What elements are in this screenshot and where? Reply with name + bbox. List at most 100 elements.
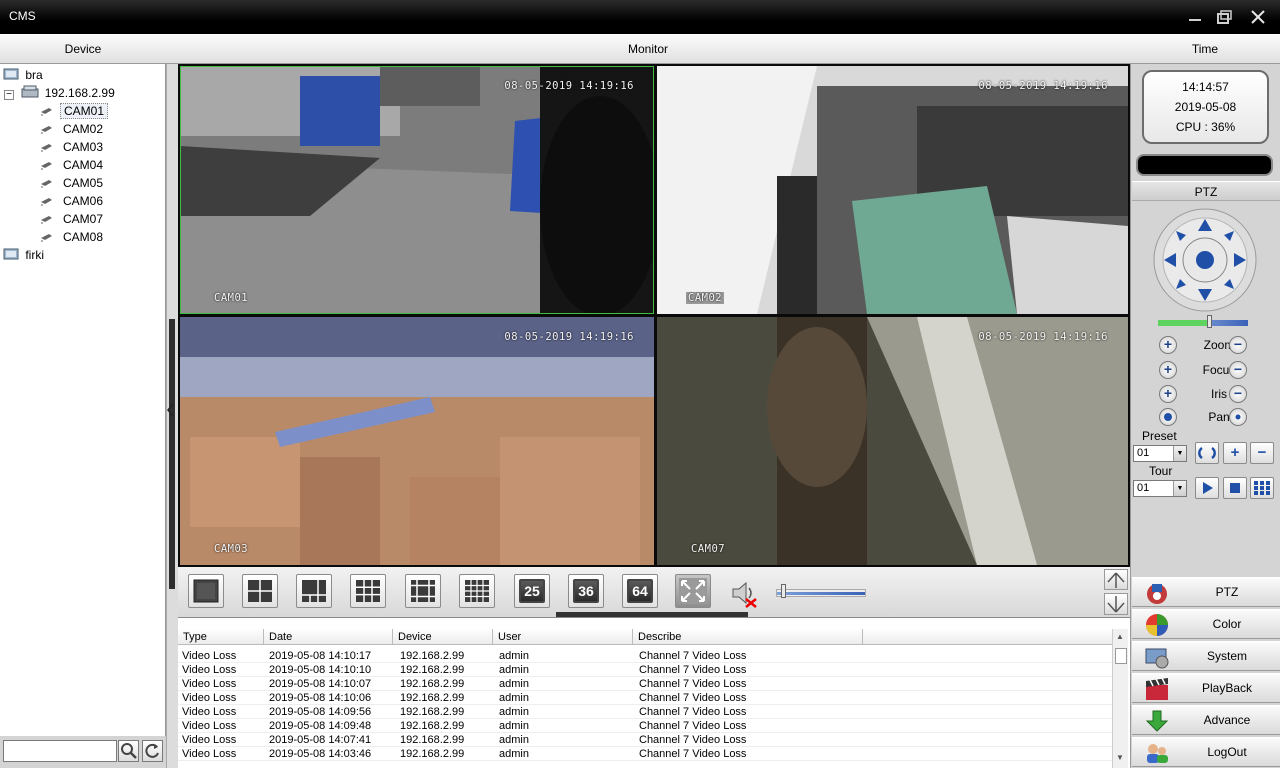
ptz-speed-thumb[interactable] [1207,315,1212,328]
volume-slider[interactable] [776,584,866,598]
video-cell-4[interactable]: 08-05-2019 14:19:16 CAM07 [657,317,1128,565]
tree-item-camera[interactable]: CAM02 [40,120,106,138]
log-header-user[interactable]: User [493,629,633,645]
preset-call-button[interactable] [1195,442,1219,464]
log-type: Video Loss [182,748,237,760]
tour-play-button[interactable] [1195,477,1219,499]
clock-time: 14:14:57 [1182,80,1229,94]
tree-item-firki[interactable]: firki [3,246,44,264]
scrollbar-thumb[interactable] [1115,648,1127,664]
tree-item-camera[interactable]: CAM08 [40,228,106,246]
fullscreen-icon[interactable] [675,574,711,608]
tree-item-camera[interactable]: CAM06 [40,192,106,210]
search-icon[interactable] [118,740,139,762]
log-device: 192.168.2.99 [400,720,465,732]
ptz-direction-pad[interactable] [1152,207,1258,313]
log-header-device[interactable]: Device [393,629,493,645]
restore-icon[interactable] [1215,8,1233,26]
preset-select[interactable]: 01 ▼ [1133,445,1187,462]
menu-playback-button[interactable]: PlayBack [1132,673,1280,703]
preset-add-button[interactable]: + [1223,442,1247,464]
window-title: CMS [9,9,36,23]
log-type: Video Loss [182,650,237,662]
log-date: 2019-05-08 14:10:07 [269,678,372,690]
pan-stop-button[interactable] [1229,408,1247,426]
log-row[interactable]: Video Loss 2019-05-08 14:10:07 192.168.2.9… [178,677,1113,691]
log-header-date[interactable]: Date [264,629,393,645]
ptz-speed-slider[interactable] [1158,315,1248,328]
tour-select[interactable]: 01 ▼ [1133,480,1187,497]
layout-4-button[interactable] [242,574,278,608]
tree-item-camera[interactable]: CAM05 [40,174,106,192]
scroll-down-icon[interactable] [1104,593,1128,615]
dvr-device-icon [21,85,39,98]
pan-start-button[interactable] [1159,408,1177,426]
iris-open-button[interactable]: + [1159,385,1177,403]
layout-9-button[interactable] [350,574,386,608]
layout-13-button[interactable] [405,574,441,608]
focus-in-button[interactable]: + [1159,361,1177,379]
log-row[interactable]: Video Loss 2019-05-08 14:03:46 192.168.2.9… [178,747,1113,761]
minimize-icon[interactable] [1186,8,1204,26]
layout-16-button[interactable] [459,574,495,608]
tour-label: Tour [1149,464,1173,478]
video-cell-3[interactable]: 08-05-2019 14:19:16 CAM03 [180,317,654,565]
speaker-muted-icon[interactable] [730,577,762,609]
iris-close-button[interactable]: − [1229,385,1247,403]
collapse-toggle-icon[interactable]: − [4,90,14,100]
layout-25-button[interactable]: 25 [514,574,550,608]
log-scrollbar[interactable]: ▲ ▼ [1112,629,1128,768]
tour-stop-button[interactable] [1223,477,1247,499]
layout-1-button[interactable] [188,574,224,608]
tree-item-host[interactable]: − 192.168.2.99 [4,84,115,102]
menu-system-button[interactable]: System [1132,641,1280,671]
focus-out-button[interactable]: − [1229,361,1247,379]
tree-item-camera[interactable]: CAM03 [40,138,106,156]
system-settings-icon [1145,648,1169,669]
layout-36-button[interactable]: 36 [568,574,604,608]
tour-grid-button[interactable] [1250,477,1274,499]
scroll-down-arrow-icon[interactable]: ▼ [1116,753,1124,762]
volume-slider-thumb[interactable] [781,584,787,598]
video-cell-1[interactable]: 08-05-2019 14:19:16 CAM01 [180,66,654,314]
layout-64-button[interactable]: 64 [622,574,658,608]
preset-delete-button[interactable]: − [1250,442,1274,464]
collapse-left-icon[interactable] [167,402,175,417]
video-grid: 08-05-2019 14:19:16 CAM01 08-05-2019 14:… [178,64,1130,567]
tree-item-bra[interactable]: bra [3,66,43,84]
log-device: 192.168.2.99 [400,678,465,690]
log-row[interactable]: Video Loss 2019-05-08 14:10:10 192.168.2.9… [178,663,1113,677]
device-search-input[interactable] [3,740,117,762]
log-row[interactable]: Video Loss 2019-05-08 14:10:17 192.168.2.9… [178,649,1113,663]
tree-item-camera[interactable]: CAM04 [40,156,106,174]
layout-6-button[interactable] [296,574,332,608]
log-row[interactable]: Video Loss 2019-05-08 14:09:48 192.168.2.9… [178,719,1113,733]
scroll-up-icon[interactable] [1104,569,1128,590]
close-icon[interactable] [1249,8,1267,26]
panel-splitter[interactable] [166,64,178,768]
log-header-type[interactable]: Type [178,629,264,645]
chevron-down-icon[interactable]: ▼ [1173,446,1186,461]
camera-label: CAM02 [686,292,725,304]
log-row[interactable]: Video Loss 2019-05-08 14:07:41 192.168.2.9… [178,733,1113,747]
log-row[interactable]: Video Loss 2019-05-08 14:09:56 192.168.2.9… [178,705,1113,719]
menu-advance-button[interactable]: Advance [1132,705,1280,735]
menu-logout-button[interactable]: LogOut [1132,737,1280,767]
zoom-in-button[interactable]: + [1159,336,1177,354]
menu-ptz-button[interactable]: PTZ [1132,577,1280,607]
cpu-usage: CPU : 36% [1175,120,1236,134]
refresh-icon[interactable] [142,740,163,762]
tree-item-camera[interactable]: CAM01 [40,102,109,120]
tree-item-camera[interactable]: CAM07 [40,210,106,228]
camera-feed-3 [180,317,654,565]
splitter-grip[interactable] [169,319,175,589]
scroll-up-arrow-icon[interactable]: ▲ [1116,632,1124,641]
video-cell-2[interactable]: 08-05-2019 14:19:16 CAM02 [657,66,1128,314]
log-row[interactable]: Video Loss 2019-05-08 14:10:06 192.168.2.9… [178,691,1113,705]
menu-color-button[interactable]: Color [1132,609,1280,639]
chevron-down-icon[interactable]: ▼ [1173,481,1186,496]
log-header-describe[interactable]: Describe [633,629,863,645]
camera-icon [41,198,52,206]
zoom-out-button[interactable]: − [1229,336,1247,354]
device-header: Device [0,34,166,64]
